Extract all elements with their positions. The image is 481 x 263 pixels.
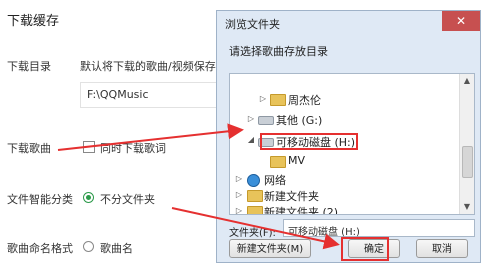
arrow-to-drive bbox=[57, 123, 244, 151]
annotation-arrows bbox=[57, 123, 340, 250]
arrow-to-ok bbox=[171, 207, 340, 250]
